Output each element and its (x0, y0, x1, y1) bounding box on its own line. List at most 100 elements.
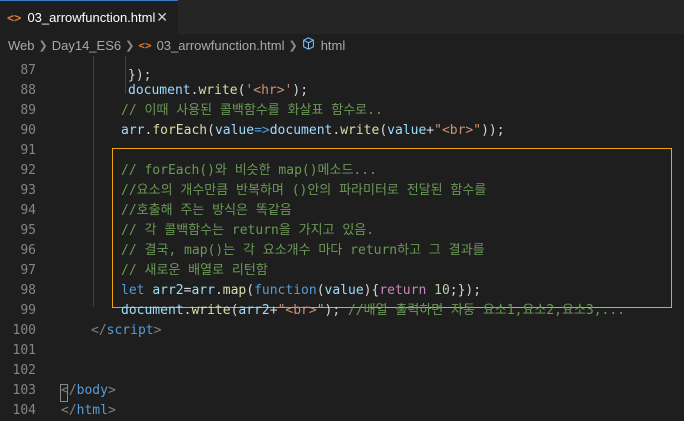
code-line[interactable]: 99 document.write(arr2+"<br>"); //배열 출력하면… (0, 301, 684, 321)
code-token: // 결국, map()는 각 요소개수 마다 return하고 그 결과를 (121, 243, 485, 258)
code-token: . (332, 123, 341, 138)
line-number: 98 (20, 283, 36, 298)
line-number: 93 (20, 183, 36, 198)
line-number: 95 (20, 223, 36, 238)
line-number: 96 (20, 243, 36, 258)
code-token: "<br>" (434, 123, 482, 138)
code-text: </html> (61, 401, 116, 421)
code-line[interactable]: 89 // 이때 사용된 콜백함수를 화살표 함수로.. (0, 101, 684, 121)
code-token: </ (91, 323, 107, 338)
line-number: 103 (12, 383, 36, 398)
code-text: //요소의 개수만큼 반복하며 ()안의 파라미터로 전달된 함수를 (121, 181, 486, 201)
line-number: 88 (20, 83, 36, 98)
line-number: 104 (12, 403, 36, 418)
code-token: > (153, 323, 162, 338)
tab-bar: <> 03_arrowfunction.html ✕ (0, 0, 684, 34)
code-token: document (128, 83, 191, 98)
code-token: write (191, 303, 231, 318)
code-line[interactable]: 91 (0, 141, 684, 161)
code-token: value (324, 283, 364, 298)
line-number: 102 (12, 363, 36, 378)
code-token: ( (379, 123, 388, 138)
code-token: . (214, 283, 223, 298)
code-token: // forEach()와 비슷한 map()메소드... (121, 163, 377, 178)
code-line[interactable]: 92 // forEach()와 비슷한 map()메소드... (0, 161, 684, 181)
code-token: function (254, 283, 317, 298)
code-line[interactable]: 95 // 각 콜백함수는 return을 가지고 있음. (0, 221, 684, 241)
code-token: + (426, 123, 435, 138)
close-icon[interactable]: ✕ (156, 9, 168, 26)
code-token: )); (481, 123, 505, 138)
code-token: ); (324, 303, 349, 318)
code-token: '<hr>' (245, 83, 293, 98)
code-line[interactable]: 98 let arr2=arr.map(function(value){retur… (0, 281, 684, 301)
code-line[interactable]: 96 // 결국, map()는 각 요소개수 마다 return하고 그 결과를 (0, 241, 684, 261)
code-token: // 새로운 배열로 리턴함 (121, 263, 268, 278)
code-token: "<br>" (277, 303, 325, 318)
line-number: 92 (20, 163, 36, 178)
code-token: //호출해 주는 방식은 똑같음 (121, 203, 292, 218)
code-token: > (107, 403, 116, 418)
code-text: let arr2=arr.map(function(value){return … (121, 281, 481, 301)
code-token: //배열 출력하면 자동 요소1,요소2,요소3,... (348, 303, 626, 318)
code-token: write (340, 123, 380, 138)
code-line[interactable]: 102 (0, 361, 684, 381)
code-token: value (387, 123, 427, 138)
code-token: ( (246, 283, 255, 298)
tab-03-arrowfunction[interactable]: <> 03_arrowfunction.html ✕ (0, 0, 178, 34)
code-line[interactable]: 103 </body> (0, 381, 684, 401)
code-token: //요소의 개수만큼 반복하며 ()안의 파라미터로 전달된 함수를 (121, 183, 487, 198)
code-text: document.write('<hr>'); (128, 81, 308, 101)
code-token: document (269, 123, 333, 138)
tab-title: 03_arrowfunction.html (27, 10, 156, 25)
code-line[interactable]: 88 document.write('<hr>'); (0, 81, 684, 101)
code-line[interactable]: 104 </html> (0, 401, 684, 421)
code-token: document (121, 303, 184, 318)
code-token: let (121, 283, 145, 298)
code-line[interactable]: 90 arr.forEach(value=>document.write(valu… (0, 121, 684, 141)
code-token: arr (191, 283, 215, 298)
line-number: 90 (20, 123, 36, 138)
code-token: ( (207, 123, 215, 138)
code-token: ); (292, 83, 309, 98)
code-token: ){ (363, 283, 380, 298)
line-number: 87 (20, 63, 36, 78)
code-token: => (254, 123, 270, 138)
line-number: 89 (20, 103, 36, 118)
code-text: // forEach()와 비슷한 map()메소드... (121, 161, 377, 181)
line-number: 97 (20, 263, 36, 278)
code-token: forEach (152, 123, 208, 138)
code-text: // 각 콜백함수는 return을 가지고 있음. (121, 221, 374, 241)
code-line[interactable]: 87 (0, 61, 684, 81)
code-token: return (379, 283, 427, 298)
code-token: arr2 (152, 283, 184, 298)
code-token: 10 (434, 283, 450, 298)
code-text: </body> (61, 381, 116, 401)
line-number: 91 (20, 143, 36, 158)
code-token: value (214, 123, 255, 138)
code-token: write (198, 83, 238, 98)
code-token: arr (121, 123, 145, 138)
code-line[interactable]: 100 </script> (0, 321, 684, 341)
code-text: // 새로운 배열로 리턴함 (121, 261, 268, 281)
code-token: > (107, 383, 116, 398)
code-token: ( (316, 283, 325, 298)
code-token: + (269, 303, 278, 318)
html-file-icon: <> (7, 10, 22, 25)
code-line[interactable]: 101 (0, 341, 684, 361)
code-token: // 각 콜백함수는 return을 가지고 있음. (121, 223, 375, 238)
code-token: </ (61, 383, 77, 398)
code-text: // 이때 사용된 콜백함수를 화살표 함수로.. (121, 101, 383, 121)
code-line[interactable]: 97 // 새로운 배열로 리턴함 (0, 261, 684, 281)
line-number: 101 (12, 343, 36, 358)
code-text: // 결국, map()는 각 요소개수 마다 return하고 그 결과를 (121, 241, 485, 261)
code-editor[interactable]: }); 87 88 document.write('<hr>'); 89// 이때 사… (0, 56, 684, 418)
code-token: arr2 (238, 303, 270, 318)
code-text: //호출해 주는 방식은 똑같음 (121, 201, 292, 221)
code-line[interactable]: 94 //호출해 주는 방식은 똑같음 (0, 201, 684, 221)
line-number: 100 (12, 323, 36, 338)
code-text: document.write(arr2+"<br>"); //배열 출력하면 자… (121, 301, 625, 321)
code-token: html (76, 403, 108, 418)
code-line[interactable]: 93 //요소의 개수만큼 반복하며 ()안의 파라미터로 전달된 함수를 (0, 181, 684, 201)
